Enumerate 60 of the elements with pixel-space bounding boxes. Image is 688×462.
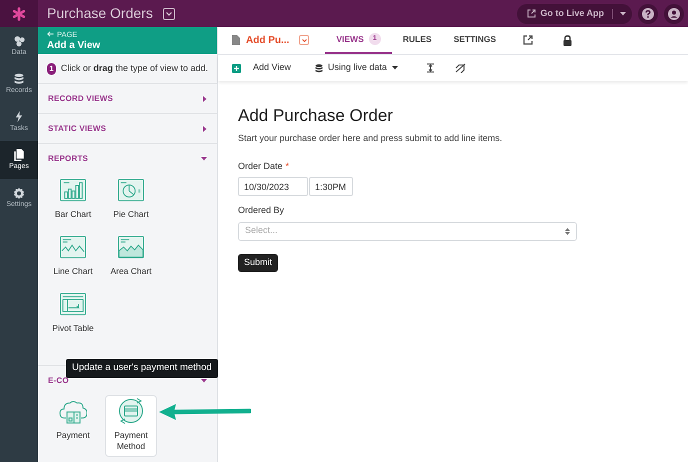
view-type-item[interactable]: Pie Chart (105, 176, 157, 229)
cloud-card-icon (59, 398, 87, 424)
section-header[interactable]: REPORTS (38, 144, 217, 173)
time-field[interactable]: 1:30PM (309, 177, 353, 196)
help-icon[interactable] (638, 4, 658, 24)
section-header[interactable]: RECORD VIEWS (38, 84, 217, 113)
hide-icon[interactable] (454, 63, 466, 73)
card-refresh-icon (117, 398, 145, 424)
line-chart-icon (59, 236, 87, 260)
tab[interactable]: RULES (392, 26, 443, 54)
required-mark: * (286, 160, 290, 172)
view-type-item[interactable]: Line Chart (47, 233, 99, 286)
view-type-item[interactable]: Area Chart (105, 233, 157, 286)
panel-title: Add a View (47, 38, 102, 52)
account-icon[interactable] (664, 4, 684, 24)
lightning-icon (13, 111, 25, 123)
external-link-icon[interactable] (523, 35, 534, 45)
tooltip: Update a user's payment method (66, 359, 218, 378)
caret-down-icon (201, 156, 207, 160)
data-mode-dropdown[interactable]: Using live data (314, 61, 398, 75)
page-dropdown-icon[interactable] (299, 35, 310, 45)
text-height-icon[interactable] (426, 63, 435, 73)
form-title: Add Purchase Order (238, 105, 394, 127)
section-header[interactable]: STATIC VIEWS (38, 114, 217, 143)
date-field[interactable]: 10/30/2023 (238, 177, 308, 196)
caret-right-icon (203, 126, 207, 132)
view-type-item[interactable]: Bar Chart (47, 176, 99, 229)
pivot-table-icon (59, 293, 87, 317)
database-icon (314, 64, 323, 72)
view-type-item[interactable]: Pivot Table (47, 290, 99, 343)
app-title: Purchase Orders (47, 4, 153, 23)
page-title: Add Pu... (246, 34, 290, 48)
caret-right-icon (203, 96, 207, 102)
field-label: Order Date (238, 160, 283, 172)
page-icon (232, 35, 240, 45)
back-arrow-icon (47, 31, 54, 37)
go-to-live-app-button[interactable]: Go to Live App (517, 4, 632, 24)
field-label: Ordered By (238, 204, 284, 217)
pages-icon (13, 149, 25, 161)
caret-icon (620, 12, 626, 16)
view-type-item[interactable]: Payment Method (105, 395, 157, 457)
add-icon (232, 64, 241, 72)
dropdown-icon[interactable] (162, 8, 175, 20)
form-description: Start your purchase order here and press submit to add line items. (238, 132, 504, 145)
add-view-button[interactable]: Add View (232, 61, 291, 75)
submit-button[interactable]: Submit (238, 254, 278, 272)
settings-icon (13, 187, 25, 199)
lock-icon[interactable] (563, 34, 572, 46)
pie-chart-icon (117, 179, 145, 203)
logo-icon[interactable] (0, 0, 38, 27)
area-chart-icon (117, 236, 145, 260)
sort-icon (565, 228, 570, 234)
database-icon (13, 73, 25, 85)
caret-icon (392, 66, 398, 70)
view-type-item[interactable]: Payment (47, 395, 99, 457)
external-link-icon (527, 9, 536, 18)
data-icon (13, 35, 25, 47)
tab[interactable]: SETTINGS (442, 26, 508, 54)
instruction-text: Click or drag the type of view to add. (60, 62, 208, 75)
bar-chart-icon (59, 179, 87, 203)
